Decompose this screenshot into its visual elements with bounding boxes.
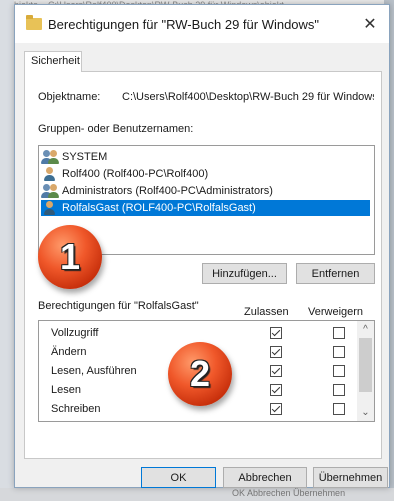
user-item-administrators[interactable]: Administrators (Rolf400-PC\Administrator… xyxy=(41,183,273,199)
object-name-label: Objektname: xyxy=(38,91,101,103)
close-button[interactable]: ✕ xyxy=(351,5,389,43)
tab-security-label: Sicherheit xyxy=(31,55,80,67)
permission-name: Vollzugriff xyxy=(51,327,99,339)
annotation-number: 1 xyxy=(59,236,81,277)
deny-checkbox[interactable] xyxy=(333,327,345,339)
allow-checkbox[interactable] xyxy=(270,327,282,339)
user-icon xyxy=(43,167,59,181)
scroll-down-icon[interactable]: ⌄ xyxy=(357,404,374,421)
deny-column-header: Verweigern xyxy=(308,306,364,318)
user-icon xyxy=(43,201,59,215)
user-item-rolf400[interactable]: Rolf400 (Rolf400-PC\Rolf400) xyxy=(43,166,208,182)
user-item-label: Administrators (Rolf400-PC\Administrator… xyxy=(62,185,273,197)
dialog-title: Berechtigungen für "RW-Buch 29 für Windo… xyxy=(48,17,320,32)
permission-name: Lesen xyxy=(51,384,81,396)
user-item-label: Rolf400 (Rolf400-PC\Rolf400) xyxy=(62,168,209,180)
ok-button[interactable]: OK xyxy=(141,467,216,488)
permission-row-full-control: Vollzugriff xyxy=(39,324,357,343)
allow-column-header: Zulassen xyxy=(244,306,289,318)
tab-security[interactable]: Sicherheit xyxy=(24,51,82,72)
background-window-bottom: OK Abbrechen Übernehmen xyxy=(0,488,394,501)
deny-checkbox[interactable] xyxy=(333,365,345,377)
folder-icon xyxy=(26,15,42,30)
groups-label: Gruppen- oder Benutzernamen: xyxy=(38,123,194,135)
permission-name: Schreiben xyxy=(51,403,101,415)
annotation-marker-1: 1 xyxy=(38,225,102,289)
title-bar[interactable]: Berechtigungen für "RW-Buch 29 für Windo… xyxy=(15,5,389,43)
permission-name: Ändern xyxy=(51,346,87,358)
add-button[interactable]: Hinzufügen... xyxy=(202,263,287,284)
permissions-scrollbar[interactable]: ^ ⌄ xyxy=(357,321,374,421)
allow-checkbox[interactable] xyxy=(270,365,282,377)
user-item-rolfalsgast[interactable]: RolfalsGast (ROLF400-PC\RolfalsGast) xyxy=(41,200,370,216)
background-window-bottom-text: OK Abbrechen Übernehmen xyxy=(232,488,346,498)
group-icon xyxy=(41,184,59,198)
deny-checkbox[interactable] xyxy=(333,403,345,415)
scroll-up-icon[interactable]: ^ xyxy=(357,321,374,338)
permissions-label: Berechtigungen für "RolfalsGast" xyxy=(38,300,199,312)
object-name-value: C:\Users\Rolf400\Desktop\RW-Buch 29 für … xyxy=(122,91,374,103)
allow-checkbox[interactable] xyxy=(270,384,282,396)
group-icon xyxy=(41,150,59,164)
user-item-label: SYSTEM xyxy=(62,151,108,163)
permission-name: Lesen, Ausführen xyxy=(51,365,137,377)
allow-checkbox[interactable] xyxy=(270,346,282,358)
annotation-marker-2: 2 xyxy=(168,342,232,406)
deny-checkbox[interactable] xyxy=(333,346,345,358)
allow-checkbox[interactable] xyxy=(270,403,282,415)
scroll-thumb[interactable] xyxy=(359,338,372,392)
annotation-number: 2 xyxy=(189,353,211,394)
background-window-left-edge xyxy=(0,0,14,501)
deny-checkbox[interactable] xyxy=(333,384,345,396)
apply-button[interactable]: Übernehmen xyxy=(313,467,388,488)
remove-button[interactable]: Entfernen xyxy=(296,263,375,284)
close-icon: ✕ xyxy=(363,16,377,33)
cancel-button[interactable]: Abbrechen xyxy=(223,467,307,488)
user-item-label: RolfalsGast (ROLF400-PC\RolfalsGast) xyxy=(62,202,256,214)
user-item-system[interactable]: SYSTEM xyxy=(41,149,108,165)
